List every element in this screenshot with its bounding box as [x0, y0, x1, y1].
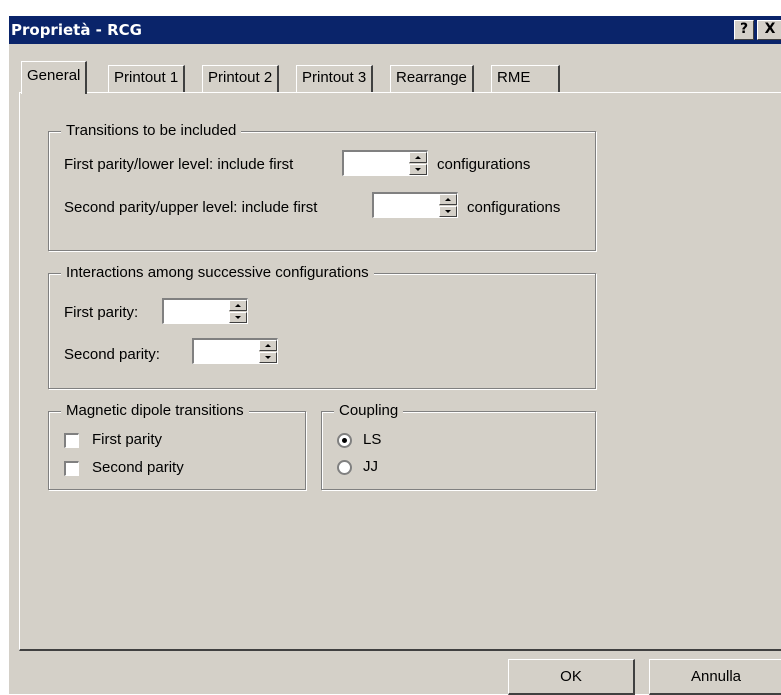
coupling-ls-radio[interactable] [337, 433, 352, 448]
first-parity-checkbox-label[interactable]: First parity [92, 431, 162, 448]
tab-panel-general: Transitions to be included First parity/… [19, 92, 781, 651]
interactions-group-title: Interactions among successive configurat… [61, 264, 374, 281]
tab-general[interactable]: General [21, 61, 88, 94]
tab-printout-3[interactable]: Printout 3 [296, 65, 374, 92]
spinner-buttons[interactable] [409, 152, 427, 175]
spin-up-icon[interactable] [409, 152, 427, 163]
spinner-buttons[interactable] [259, 340, 277, 363]
second-parity-upper-spinner[interactable] [372, 192, 458, 218]
tab-rme[interactable]: RME [491, 65, 560, 92]
tab-printout-2[interactable]: Printout 2 [202, 65, 280, 92]
spinner-buttons[interactable] [439, 194, 457, 217]
first-parity-checkbox[interactable] [64, 433, 79, 448]
transitions-group: Transitions to be included First parity/… [48, 122, 596, 251]
transitions-group-title: Transitions to be included [61, 122, 242, 139]
second-parity-upper-label: Second parity/upper level: include first [64, 199, 318, 216]
magnetic-dipole-group: Magnetic dipole transitions First parity… [48, 402, 306, 490]
first-parity-lower-label: First parity/lower level: include first [64, 156, 294, 173]
interactions-group: Interactions among successive configurat… [48, 264, 596, 389]
tab-printout-1[interactable]: Printout 1 [108, 65, 186, 92]
cancel-button[interactable]: Annulla [649, 659, 781, 695]
spin-up-icon[interactable] [229, 300, 247, 311]
coupling-jj-radio[interactable] [337, 460, 352, 475]
first-configurations-label: configurations [437, 156, 531, 173]
window-title: Proprietà - RCG [11, 21, 142, 39]
properties-dialog: Proprietà - RCG ? X General Printout 1 P… [8, 15, 781, 695]
magnetic-dipole-group-title: Magnetic dipole transitions [61, 402, 249, 419]
help-button[interactable]: ? [734, 20, 754, 40]
spin-down-icon[interactable] [409, 164, 427, 175]
spin-down-icon[interactable] [439, 206, 457, 217]
spin-down-icon[interactable] [229, 312, 247, 323]
first-parity-lower-spinner[interactable] [342, 150, 428, 176]
interactions-second-parity-label: Second parity: [64, 346, 160, 363]
spin-up-icon[interactable] [259, 340, 277, 351]
close-button[interactable]: X [757, 20, 781, 40]
interactions-first-parity-spinner[interactable] [162, 298, 248, 324]
tab-rearrange[interactable]: Rearrange [390, 65, 474, 92]
title-bar[interactable]: Proprietà - RCG ? X [9, 16, 781, 44]
ok-button[interactable]: OK [508, 659, 635, 695]
interactions-first-parity-label: First parity: [64, 304, 139, 321]
coupling-ls-label[interactable]: LS [363, 431, 381, 448]
spinner-buttons[interactable] [229, 300, 247, 323]
second-parity-checkbox[interactable] [64, 461, 79, 476]
second-parity-checkbox-label[interactable]: Second parity [92, 459, 184, 476]
interactions-second-parity-spinner[interactable] [192, 338, 278, 364]
coupling-jj-label[interactable]: JJ [363, 458, 378, 475]
coupling-group-title: Coupling [334, 402, 404, 419]
second-configurations-label: configurations [467, 199, 561, 216]
spin-up-icon[interactable] [439, 194, 457, 205]
spin-down-icon[interactable] [259, 352, 277, 363]
coupling-group: Coupling LS JJ [321, 402, 596, 490]
